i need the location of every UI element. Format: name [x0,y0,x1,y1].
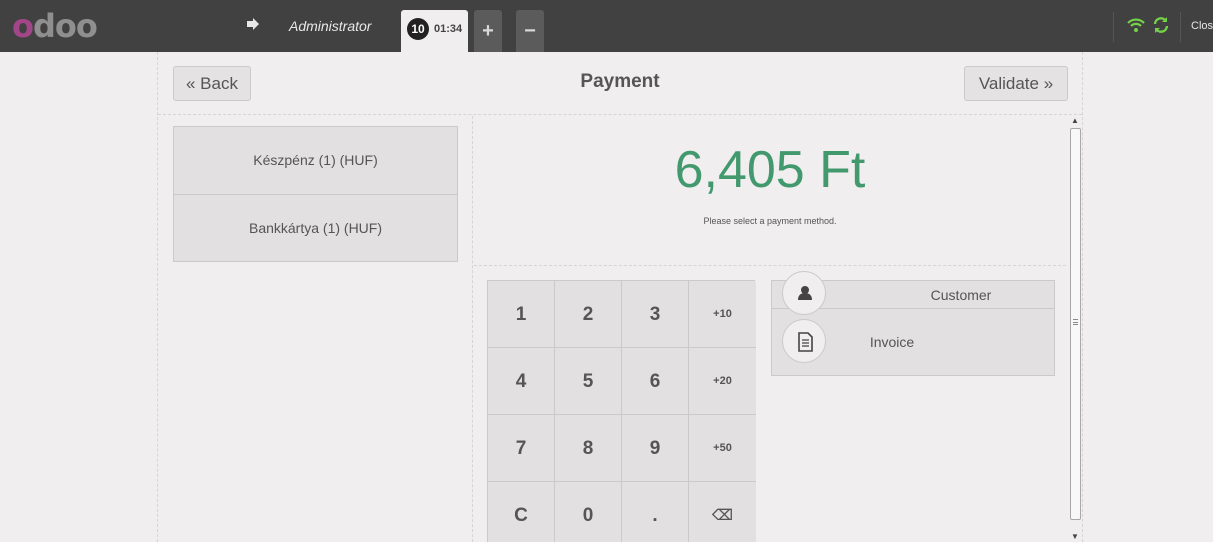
payment-hint: Please select a payment method. [703,216,837,226]
numpad-key-backspace[interactable]: ⌫ [689,482,756,542]
page-title: Payment [580,71,660,92]
invoice-document-icon[interactable] [782,319,826,363]
customer-label: Customer [930,287,992,303]
numpad-key-5[interactable]: 5 [555,348,622,415]
divider [1180,12,1181,42]
numpad-key-clear[interactable]: C [488,482,555,542]
numpad: 1 2 3 +10 4 5 6 +20 7 8 9 +50 C 0 . ⌫ [487,280,756,542]
payment-details-panel: 6,405 Ft Please select a payment method.… [474,116,1066,542]
new-order-button[interactable]: + [474,10,502,52]
sync-icon[interactable] [1151,15,1171,35]
person-icon [782,271,826,315]
numpad-key-2[interactable]: 2 [555,281,622,348]
scrollbar-grip-icon [1073,319,1078,325]
numpad-key-4[interactable]: 4 [488,348,555,415]
payment-methods-panel: Készpénz (1) (HUF) Bankkártya (1) (HUF) [158,116,473,542]
numpad-key-7[interactable]: 7 [488,415,555,482]
divider [1113,12,1114,42]
close-button[interactable]: Close [1191,18,1213,34]
scroll-down-arrow-icon[interactable]: ▼ [1071,532,1079,541]
numpad-key-1[interactable]: 1 [488,281,555,348]
odoo-logo: odoo [12,7,98,45]
scrollbar-thumb[interactable] [1070,128,1081,520]
numpad-key-6[interactable]: 6 [622,348,689,415]
user-name[interactable]: Administrator [289,17,371,35]
validate-button[interactable]: Validate » [964,66,1068,101]
payment-method-card[interactable]: Bankkártya (1) (HUF) [174,194,457,261]
numpad-key-plus20[interactable]: +20 [689,348,756,415]
numpad-key-plus10[interactable]: +10 [689,281,756,348]
numpad-key-9[interactable]: 9 [622,415,689,482]
total-area: 6,405 Ft Please select a payment method. [474,116,1066,266]
numpad-key-3[interactable]: 3 [622,281,689,348]
top-bar: odoo Administrator 10 01:34 + − Close [0,0,1213,52]
payment-screen: « Back Payment Validate » Készpénz (1) (… [157,52,1083,542]
invoice-label[interactable]: Invoice [832,333,952,351]
payment-methods-list: Készpénz (1) (HUF) Bankkártya (1) (HUF) [173,126,458,262]
numpad-key-plus50[interactable]: +50 [689,415,756,482]
numpad-key-decimal[interactable]: . [622,482,689,542]
order-number-badge: 10 [407,18,429,40]
numpad-key-8[interactable]: 8 [555,415,622,482]
numpad-key-0[interactable]: 0 [555,482,622,542]
payment-actions: Customer Invoice [771,271,1055,376]
remove-order-button[interactable]: − [516,10,544,52]
scrollbar[interactable]: ▲ ▼ [1068,116,1082,542]
logout-icon[interactable] [246,17,262,35]
scroll-up-arrow-icon[interactable]: ▲ [1071,116,1079,125]
payment-header: « Back Payment Validate » [158,52,1082,115]
order-tab[interactable]: 10 01:34 [401,10,468,52]
order-time: 01:34 [434,23,463,35]
wifi-icon [1126,15,1146,35]
payment-method-cash[interactable]: Készpénz (1) (HUF) [174,127,457,194]
total-amount: 6,405 Ft [674,141,866,199]
